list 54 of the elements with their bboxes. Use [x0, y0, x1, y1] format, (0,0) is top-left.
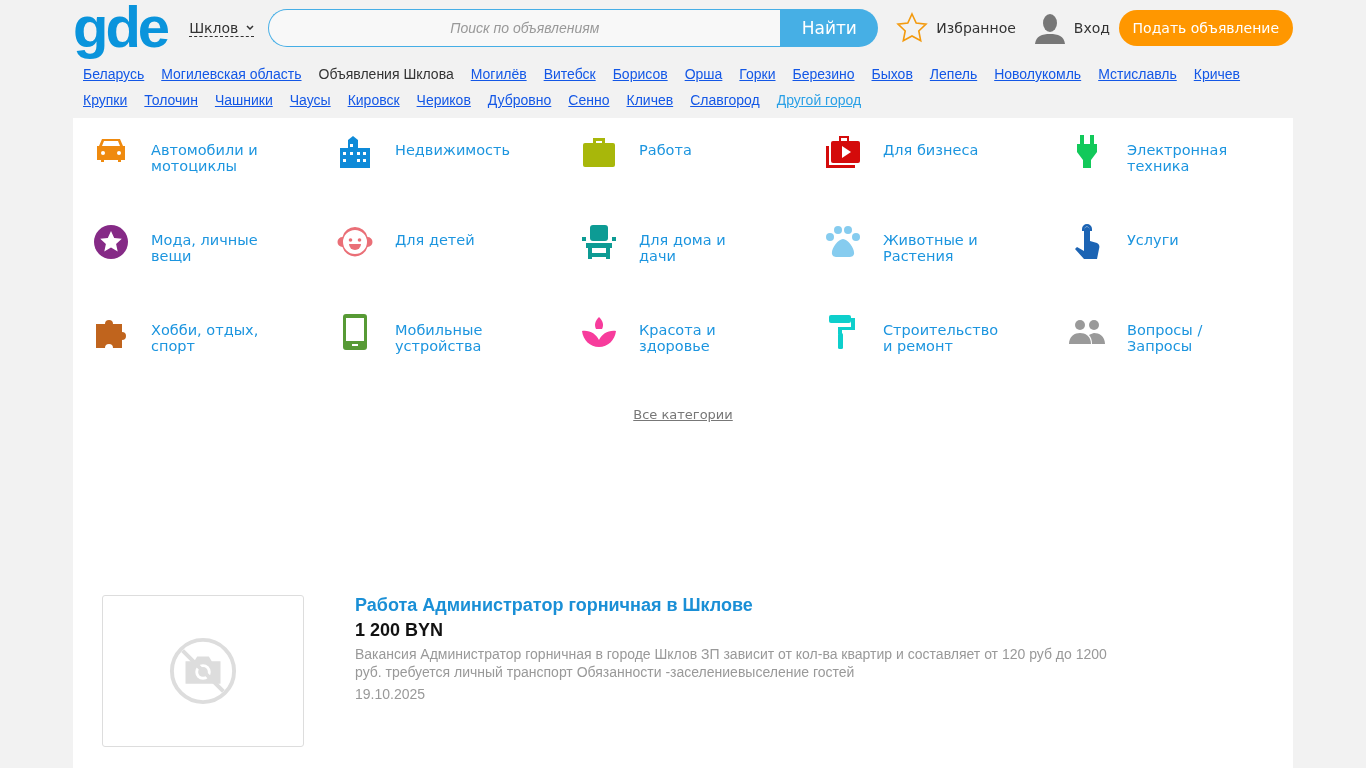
breadcrumb-link[interactable]: Дубровно [487, 90, 552, 110]
category-link[interactable]: Строительство и ремонт [883, 322, 999, 354]
category-link[interactable]: Животные и Растения [883, 232, 978, 264]
favorites-link[interactable]: Избранное [896, 12, 1016, 44]
category-link[interactable]: Для детей [395, 232, 475, 248]
breadcrumb-link[interactable]: Кличев [626, 90, 674, 110]
breadcrumb-link[interactable]: Мстиславль [1098, 64, 1177, 84]
listing-thumbnail[interactable] [102, 595, 304, 747]
no-photo-icon [169, 637, 237, 705]
breadcrumb-link[interactable]: Крупки [83, 90, 128, 110]
user-icon [1033, 12, 1066, 44]
listing-description: Вакансия Администратор горничная в городе Шклов ЗП зависит от кол-ва квартир и составляет от 120 руб до 1200 руб. требуется личный транспорт Обязанности -заселениевыселение гостей [355, 645, 1108, 681]
all-categories-link[interactable]: Все категории [633, 407, 733, 422]
breadcrumb-link[interactable]: Славгород [690, 90, 760, 110]
breadcrumb-link[interactable]: Могилевская область [161, 64, 302, 84]
breadcrumb-link[interactable]: Быхов [871, 64, 913, 84]
breadcrumb-link[interactable]: Орша [684, 64, 723, 84]
listing-price: 1 200 BYN [355, 620, 444, 641]
breadcrumb-link[interactable]: Борисов [612, 64, 668, 84]
category-link[interactable]: Мобильные устройства [395, 322, 483, 354]
category-link[interactable]: Для дома и дачи [639, 232, 726, 264]
listing-title[interactable]: Работа Администратор горничная в Шклове [355, 595, 753, 616]
category-link[interactable]: Услуги [1127, 232, 1179, 248]
login-link[interactable]: Вход [1033, 12, 1110, 44]
breadcrumb-link[interactable]: Новолукомль [994, 64, 1082, 84]
category-link[interactable]: Красота и здоровье [639, 322, 716, 354]
site-logo[interactable]: gde [73, 0, 172, 60]
breadcrumb-link[interactable]: Лепель [929, 64, 978, 84]
category-link[interactable]: Мода, личные вещи [151, 232, 258, 264]
breadcrumb-link[interactable]: Горки [739, 64, 776, 84]
star-icon [896, 12, 929, 44]
breadcrumb-link[interactable]: Чаусы [289, 90, 331, 110]
category-link[interactable]: Работа [639, 142, 692, 158]
search-field[interactable]: Поиск по объявлениям [268, 9, 781, 47]
breadcrumb-link[interactable]: Кричев [1193, 64, 1241, 84]
category-link[interactable]: Недвижимость [395, 142, 511, 158]
breadcrumb-link[interactable]: Беларусь [83, 64, 145, 84]
city-selector[interactable]: Шклов [189, 19, 255, 37]
breadcrumb-link[interactable]: Чашники [214, 90, 273, 110]
breadcrumb-link[interactable]: Толочин [144, 90, 198, 110]
breadcrumb-link[interactable]: Могилёв [470, 64, 527, 84]
category-link[interactable]: Для бизнеса [883, 142, 979, 158]
listing-date: 19.10.2025 [355, 686, 426, 702]
category-link[interactable]: Автомобили и мотоциклы [151, 142, 258, 174]
category-link[interactable]: Хобби, отдых, спорт [151, 322, 259, 354]
category-link[interactable]: Вопросы / Запросы [1127, 322, 1203, 354]
category-link[interactable]: Электронная техника [1127, 142, 1228, 174]
caret-icon [246, 25, 255, 30]
breadcrumb-link[interactable]: Кировск [347, 90, 400, 110]
breadcrumb-link[interactable]: Чериков [416, 90, 471, 110]
breadcrumb-current-page: Объявления Шклова [318, 65, 454, 84]
breadcrumb-link[interactable]: Витебск [543, 64, 596, 84]
breadcrumb-link[interactable]: Березино [792, 64, 855, 84]
breadcrumb-link[interactable]: Сенно [568, 90, 610, 110]
